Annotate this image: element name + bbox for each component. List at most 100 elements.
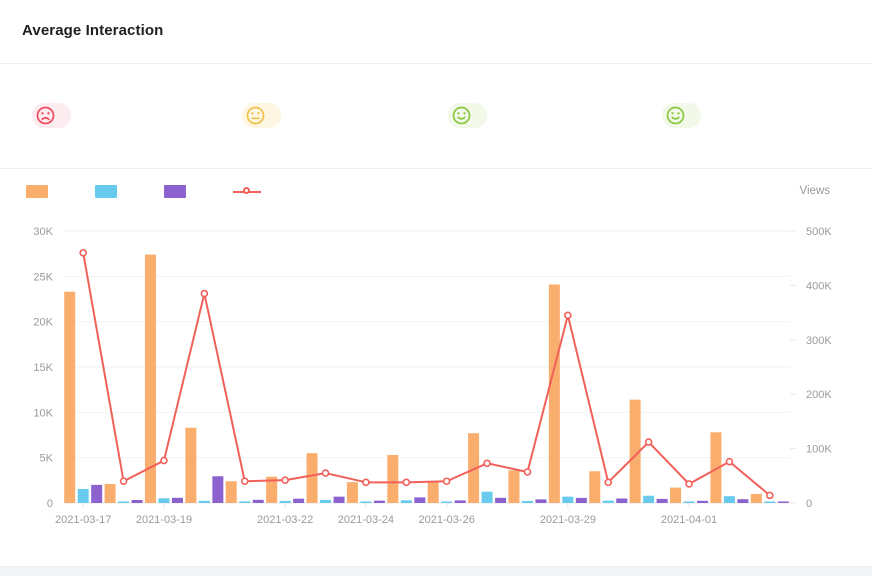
page-title: Average Interaction — [22, 22, 872, 39]
metric-value-row — [232, 103, 420, 128]
bar-likes[interactable] — [428, 482, 439, 503]
views-point[interactable] — [605, 479, 611, 485]
views-point[interactable] — [686, 481, 692, 487]
x-axis-tick: 2021-03-22 — [257, 514, 313, 526]
metric-likes-views — [210, 90, 420, 128]
chart-legend: Views — [0, 169, 872, 213]
bar-comments[interactable] — [643, 496, 654, 503]
footer-band — [0, 566, 872, 576]
bar-likes[interactable] — [226, 481, 237, 503]
legend-swatch — [95, 185, 117, 198]
views-point[interactable] — [565, 312, 571, 318]
bar-shares[interactable] — [455, 500, 466, 503]
bar-likes[interactable] — [670, 488, 681, 503]
metric-shares-views — [630, 90, 840, 128]
bar-comments[interactable] — [158, 498, 169, 503]
bar-likes[interactable] — [589, 471, 600, 503]
x-axis-tick: 2021-03-24 — [338, 514, 394, 526]
views-point[interactable] — [323, 470, 329, 476]
legend-item-views[interactable] — [233, 185, 270, 198]
views-point[interactable] — [524, 469, 530, 475]
average-interaction-card: Average Interaction Views 05K10K15K20K25… — [0, 0, 872, 576]
metric-value-row — [438, 103, 630, 128]
smile-face-icon — [666, 106, 685, 125]
bar-shares[interactable] — [91, 485, 102, 503]
views-point[interactable] — [282, 477, 288, 483]
views-point[interactable] — [80, 250, 86, 256]
bar-shares[interactable] — [172, 498, 183, 503]
bar-shares[interactable] — [616, 498, 627, 503]
bar-shares[interactable] — [414, 497, 425, 503]
bar-likes[interactable] — [105, 484, 116, 503]
y2-axis-tick: 300K — [806, 335, 832, 347]
y-axis-tick: 10K — [33, 407, 53, 419]
bar-comments[interactable] — [239, 501, 250, 503]
bar-shares[interactable] — [212, 476, 223, 503]
bar-shares[interactable] — [374, 501, 385, 503]
bar-likes[interactable] — [307, 453, 318, 503]
bar-likes[interactable] — [549, 284, 560, 503]
views-point[interactable] — [444, 478, 450, 484]
legend-item-comments[interactable] — [95, 185, 126, 198]
bar-comments[interactable] — [522, 501, 533, 503]
metric-views-followers — [0, 90, 210, 128]
views-point[interactable] — [403, 479, 409, 485]
views-point[interactable] — [363, 479, 369, 485]
bar-comments[interactable] — [401, 500, 412, 503]
bar-comments[interactable] — [199, 501, 210, 503]
bar-likes[interactable] — [185, 428, 196, 503]
views-point[interactable] — [767, 492, 773, 498]
bar-shares[interactable] — [334, 497, 345, 503]
views-point[interactable] — [242, 478, 248, 484]
bar-comments[interactable] — [764, 502, 775, 504]
right-axis-title: Views — [800, 185, 830, 197]
bar-likes[interactable] — [64, 292, 75, 503]
bar-comments[interactable] — [482, 492, 493, 503]
bar-comments[interactable] — [441, 502, 452, 504]
views-point[interactable] — [726, 459, 732, 465]
bar-comments[interactable] — [724, 496, 735, 503]
y2-axis-tick: 0 — [806, 498, 812, 510]
bar-shares[interactable] — [778, 502, 789, 504]
views-point[interactable] — [161, 458, 167, 464]
views-point[interactable] — [201, 291, 207, 297]
bar-comments[interactable] — [320, 500, 331, 503]
views-point[interactable] — [646, 439, 652, 445]
bar-likes[interactable] — [508, 470, 519, 503]
bar-shares[interactable] — [293, 499, 304, 503]
bar-comments[interactable] — [118, 502, 129, 504]
x-axis-tick: 2021-03-19 — [136, 514, 192, 526]
bar-comments[interactable] — [78, 489, 89, 503]
bar-shares[interactable] — [253, 500, 264, 503]
views-point[interactable] — [484, 460, 490, 466]
bar-likes[interactable] — [347, 482, 358, 503]
y-axis-tick: 25K — [33, 271, 53, 283]
status-badge — [662, 103, 701, 128]
legend-swatch — [26, 185, 48, 198]
bar-shares[interactable] — [697, 501, 708, 503]
bar-likes[interactable] — [751, 494, 762, 503]
legend-item-likes[interactable] — [26, 185, 57, 198]
bar-comments[interactable] — [603, 501, 614, 503]
bar-comments[interactable] — [280, 501, 291, 503]
legend-item-shares[interactable] — [164, 185, 195, 198]
status-badge — [448, 103, 487, 128]
bar-comments[interactable] — [562, 497, 573, 503]
x-axis-tick: 2021-03-26 — [419, 514, 475, 526]
bar-likes[interactable] — [387, 455, 398, 503]
bar-shares[interactable] — [132, 500, 143, 503]
bar-shares[interactable] — [737, 499, 748, 503]
bar-shares[interactable] — [576, 498, 587, 503]
bar-shares[interactable] — [495, 498, 506, 503]
bar-shares[interactable] — [657, 499, 668, 503]
bar-comments[interactable] — [360, 502, 371, 504]
y-axis-tick: 30K — [33, 226, 53, 238]
card-header: Average Interaction — [0, 0, 872, 64]
metrics-row — [0, 64, 872, 169]
views-point[interactable] — [121, 478, 127, 484]
bar-shares[interactable] — [535, 499, 546, 503]
metric-value-row — [652, 103, 840, 128]
frown-face-icon — [36, 106, 55, 125]
bar-comments[interactable] — [684, 502, 695, 504]
legend-line-marker — [233, 185, 261, 198]
